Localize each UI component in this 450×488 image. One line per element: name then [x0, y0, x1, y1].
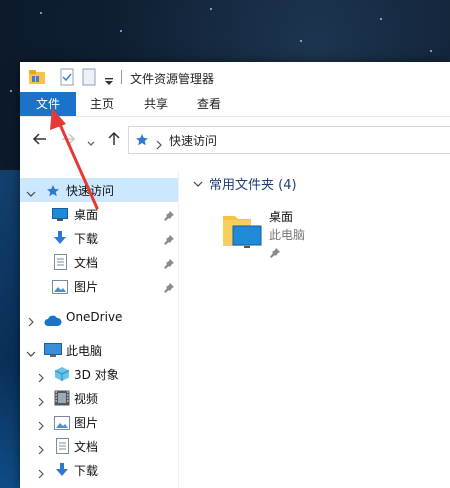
file-explorer-window: 文件资源管理器 文件 主页 共享 查看 快速访问 快速访问 桌面 下载 文档 图…: [20, 62, 450, 488]
picture-icon: [52, 279, 68, 298]
pin-icon[interactable]: [163, 207, 175, 221]
tile-name: 桌面: [269, 210, 294, 224]
recent-locations-chevron-icon[interactable]: [86, 134, 96, 146]
window-title: 文件资源管理器: [130, 72, 215, 86]
ribbon-tabs: 文件 主页 共享 查看: [20, 92, 450, 116]
tab-home[interactable]: 主页: [80, 92, 124, 116]
sidebar-item-label: 图片: [74, 280, 99, 294]
sidebar-item-label: 下载: [74, 464, 99, 478]
title-bar: 文件资源管理器: [20, 62, 450, 92]
chevron-down-icon[interactable]: [193, 178, 203, 193]
sidebar-item-label: 下载: [74, 232, 99, 246]
desktop-icon: [52, 207, 68, 226]
tab-share[interactable]: 共享: [134, 92, 178, 116]
sidebar-item-3d-objects[interactable]: 3D 对象: [20, 362, 178, 386]
document-icon: [56, 438, 69, 458]
chevron-down-icon[interactable]: [26, 184, 36, 197]
desktop-folder-icon: [221, 208, 263, 250]
chevron-right-icon[interactable]: [36, 464, 46, 479]
address-bar[interactable]: 快速访问: [128, 126, 450, 154]
tab-file[interactable]: 文件: [20, 92, 76, 116]
ribbon-divider: [20, 116, 450, 117]
sidebar-item-pc-downloads[interactable]: 下载: [20, 458, 178, 482]
back-arrow-icon[interactable]: [32, 131, 48, 147]
document-icon: [54, 254, 67, 274]
picture-icon: [54, 415, 70, 434]
title-separator: [121, 70, 122, 84]
navigation-pane: 快速访问 桌面 下载 文档 图片 OneDrive 此电脑 3D 对象 视频 图…: [20, 172, 179, 488]
sidebar-item-documents[interactable]: 文档: [20, 250, 178, 274]
sidebar-item-label: 快速访问: [66, 184, 115, 198]
customize-toolbar-dropdown-icon[interactable]: [104, 72, 114, 91]
pin-icon[interactable]: [269, 244, 281, 263]
chevron-right-icon[interactable]: [36, 392, 46, 407]
sidebar-item-downloads[interactable]: 下载: [20, 226, 178, 250]
chevron-down-icon[interactable]: [26, 344, 36, 357]
sidebar-item-label: 文档: [74, 256, 99, 270]
sidebar-item-this-pc[interactable]: 此电脑: [20, 338, 178, 362]
sidebar-item-label: 视频: [74, 392, 99, 406]
download-arrow-icon: [54, 462, 70, 482]
tile-location: 此电脑: [269, 228, 306, 242]
sidebar-item-label: 此电脑: [66, 344, 103, 358]
sidebar-item-videos[interactable]: 视频: [20, 386, 178, 410]
pin-icon[interactable]: [163, 255, 175, 269]
address-path: 快速访问: [169, 134, 218, 148]
star-icon: [46, 183, 60, 202]
sidebar-item-pc-documents[interactable]: 文档: [20, 434, 178, 458]
forward-arrow-icon[interactable]: [60, 131, 76, 147]
sidebar-item-label: 3D 对象: [74, 368, 119, 382]
folder-app-icon: [28, 68, 46, 90]
pin-icon[interactable]: [163, 279, 175, 293]
cloud-icon: [44, 312, 62, 331]
chevron-right-icon[interactable]: [36, 440, 46, 455]
download-arrow-icon: [52, 230, 68, 250]
sidebar-item-label: 桌面: [74, 208, 99, 222]
chevron-right-icon[interactable]: [36, 416, 46, 431]
sidebar-item-label: OneDrive: [66, 310, 123, 324]
sidebar-item-pictures[interactable]: 图片: [20, 274, 178, 298]
up-arrow-icon[interactable]: [106, 131, 122, 147]
chevron-right-icon[interactable]: [36, 368, 46, 383]
sidebar-item-label: 文档: [74, 440, 99, 454]
sidebar-item-label: 图片: [74, 416, 99, 430]
chevron-right-icon[interactable]: [26, 312, 36, 327]
navigation-bar: 快速访问: [20, 124, 450, 158]
star-icon: [135, 132, 149, 151]
breadcrumb-chevron-icon[interactable]: [155, 135, 163, 154]
tab-view[interactable]: 查看: [187, 92, 231, 116]
cube-icon: [54, 366, 70, 386]
new-folder-icon[interactable]: [80, 68, 98, 90]
computer-icon: [44, 343, 62, 362]
frequent-folders-header[interactable]: 常用文件夹 (4): [193, 174, 297, 193]
sidebar-item-quick-access[interactable]: 快速访问: [20, 178, 178, 202]
desktop-wallpaper-edge: [0, 170, 20, 488]
sidebar-item-pc-pictures[interactable]: 图片: [20, 410, 178, 434]
sidebar-item-onedrive[interactable]: OneDrive: [20, 306, 178, 330]
group-title: 常用文件夹: [209, 178, 275, 193]
content-pane: 常用文件夹 (4) 桌面 此电脑: [179, 172, 450, 488]
properties-icon[interactable]: [58, 68, 76, 90]
group-count: (4): [278, 178, 297, 193]
sidebar-item-desktop[interactable]: 桌面: [20, 202, 178, 226]
pin-icon[interactable]: [163, 231, 175, 245]
film-icon: [54, 390, 70, 410]
